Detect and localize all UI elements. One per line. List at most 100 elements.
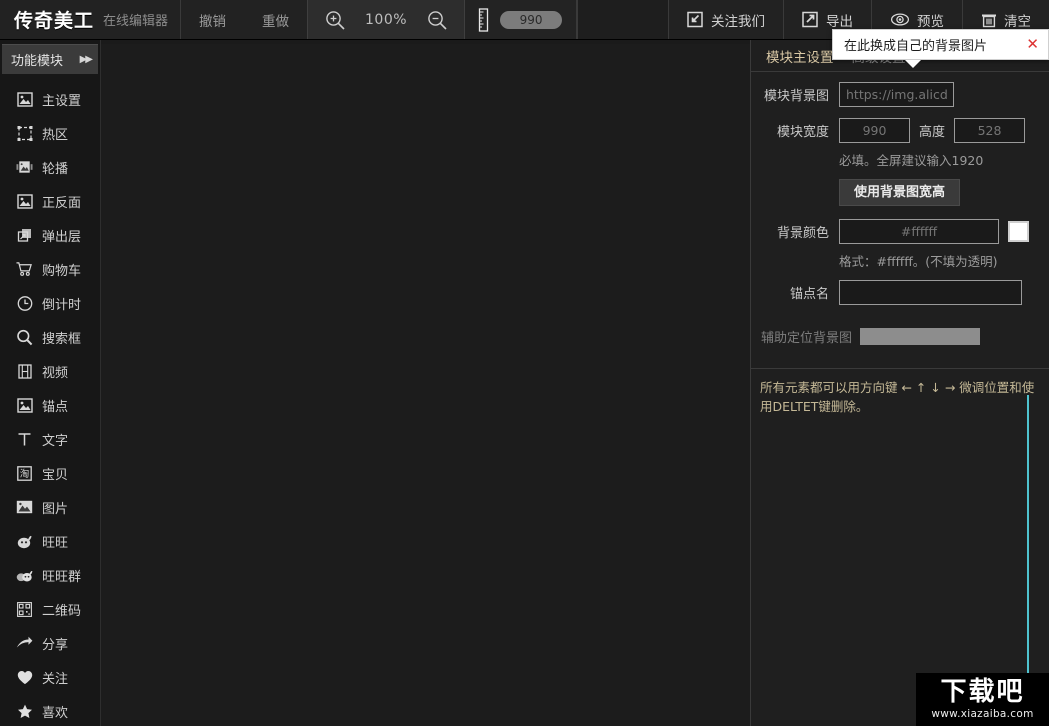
sidebar-item-countdown[interactable]: 倒计时 [0,286,100,320]
aux-bg-file-button[interactable] [860,328,981,345]
sidebar-collapse-arrows-icon[interactable]: ▶▶ [80,54,93,65]
anchor-name-input[interactable] [839,280,1022,305]
bg-color-label: 背景颜色 [776,226,829,241]
tooltip-arrow [905,60,921,68]
use-bg-size-button[interactable]: 使用背景图宽高 [839,179,961,206]
clear-label: 清空 [1004,13,1031,30]
sidebar-item-label: 旺旺群 [42,569,82,585]
undo-button[interactable]: 撤销 [181,0,244,39]
redo-button[interactable]: 重做 [244,0,307,39]
sidebar-header-label: 功能模块 [11,53,64,69]
sidebar-item-follow[interactable]: 关注 [0,660,100,694]
share-arrow-icon [16,635,33,652]
sidebar-item-label: 正反面 [42,195,82,211]
sidebar-item-label: 购物车 [42,263,82,279]
canvas-top-strip [101,40,750,44]
sidebar-item-label: 旺旺 [42,535,69,551]
bg-color-row: 背景颜色 [751,219,1049,244]
module-height-label: 高度 [919,125,946,140]
svg-text:淘: 淘 [20,468,30,480]
sidebar-item-popup-layer[interactable]: 弹出层 [0,218,100,252]
module-settings-form: 模块背景图 模块宽度 高度 必填。全屏建议输入1920 使用背景图宽高 背景颜色… [751,72,1049,417]
toolbar-spacer [577,0,668,39]
sidebar-item-wangwang[interactable]: 旺旺 [0,524,100,558]
sidebar-item-label: 主设置 [42,93,82,109]
preview-label: 预览 [917,13,944,30]
sidebar-item-main-settings[interactable]: 主设置 [0,82,100,116]
wangwang-group-icon [16,567,33,584]
hotspot-icon [16,125,33,142]
undo-label: 撤销 [199,13,227,30]
sidebar-item-flip[interactable]: 正反面 [0,184,100,218]
sidebar-item-cart[interactable]: 购物车 [0,252,100,286]
zoom-in-icon[interactable] [316,9,354,31]
module-width-label: 模块宽度 [776,125,829,140]
properties-panel: 模块主设置 高级设置 ▶▶ 模块背景图 模块宽度 高度 必填。全屏建议输入192… [750,40,1049,726]
sidebar-item-share[interactable]: 分享 [0,626,100,660]
background-image-tooltip: 在此换成自己的背景图片 ✕ [832,29,1049,68]
sidebar-item-qrcode[interactable]: 二维码 [0,592,100,626]
watermark: 下载吧 www.xiazaiba.com [916,673,1049,726]
watermark-title: 下载吧 [940,677,1025,707]
sidebar-item-taobao-item[interactable]: 淘 宝贝 [0,456,100,490]
anchor-image-icon [16,397,33,414]
sidebar-item-label: 视频 [42,365,69,381]
star-icon [16,703,33,720]
follow-us-button[interactable]: 关注我们 [668,0,783,39]
sidebar-item-picture[interactable]: 图片 [0,490,100,524]
aux-bg-label: 辅助定位背景图 [761,331,853,346]
sidebar-item-label: 宝贝 [42,467,69,483]
video-icon [16,363,33,380]
sidebar-item-hotspot[interactable]: 热区 [0,116,100,150]
sidebar-item-label: 分享 [42,637,69,653]
app-window: 传奇美工 在线编辑器 撤销 重做 100% 990 关注我们 导出 预览 清空 … [0,0,1049,726]
search-icon [16,329,33,346]
bg-image-input[interactable] [839,82,954,107]
sidebar-item-label: 关注 [42,671,69,687]
ruler-width-input[interactable]: 990 [500,10,563,29]
follow-us-label: 关注我们 [711,13,765,30]
aux-bg-row: 辅助定位背景图 [751,327,1049,346]
brand-area: 传奇美工 在线编辑器 [0,0,182,39]
sidebar-item-label: 文字 [42,433,69,449]
watermark-url: www.xiazaiba.com [931,708,1034,720]
sidebar-header[interactable]: 功能模块 ▶▶ [2,44,98,74]
ruler-icon[interactable] [477,7,490,32]
sidebar-item-label: 二维码 [42,603,82,619]
bg-image-label: 模块背景图 [763,89,829,104]
bg-image-row: 模块背景图 [751,82,1049,107]
module-height-input[interactable] [954,118,1026,143]
export-icon [802,11,819,28]
export-label: 导出 [826,13,853,30]
sidebar-item-label: 倒计时 [42,297,82,313]
sidebar-item-carousel[interactable]: 轮播 [0,150,100,184]
sidebar-item-anchor[interactable]: 锚点 [0,388,100,422]
zoom-out-icon[interactable] [418,9,456,31]
heart-icon [16,669,33,686]
sidebar-item-text[interactable]: 文字 [0,422,100,456]
eye-icon [890,11,910,28]
qrcode-icon [16,601,33,618]
sidebar-item-wangwang-group[interactable]: 旺旺群 [0,558,100,592]
module-width-input[interactable] [839,118,910,143]
zoom-controls: 100% [307,0,466,39]
tab-module-main-settings[interactable]: 模块主设置 [757,46,843,66]
size-hint-text: 必填。全屏建议输入1920 [839,153,984,168]
flip-image-icon [16,193,33,210]
bg-color-input[interactable] [839,219,999,244]
redo-label: 重做 [262,13,290,30]
close-icon[interactable]: ✕ [1026,37,1039,52]
text-icon [16,431,33,448]
sidebar-item-like[interactable]: 喜欢 [0,694,100,726]
bg-color-swatch[interactable] [1008,221,1029,242]
sidebar-item-search-box[interactable]: 搜索框 [0,320,100,354]
zoom-percent-label: 100% [365,11,408,28]
tooltip-text: 在此换成自己的背景图片 [844,39,988,54]
clock-icon [16,295,33,312]
sidebar-item-video[interactable]: 视频 [0,354,100,388]
wangwang-icon [16,533,33,550]
anchor-name-row: 锚点名 [751,280,1049,305]
taobao-item-icon: 淘 [16,465,33,482]
app-subtitle: 在线编辑器 [103,14,169,29]
editor-canvas[interactable] [101,40,750,726]
